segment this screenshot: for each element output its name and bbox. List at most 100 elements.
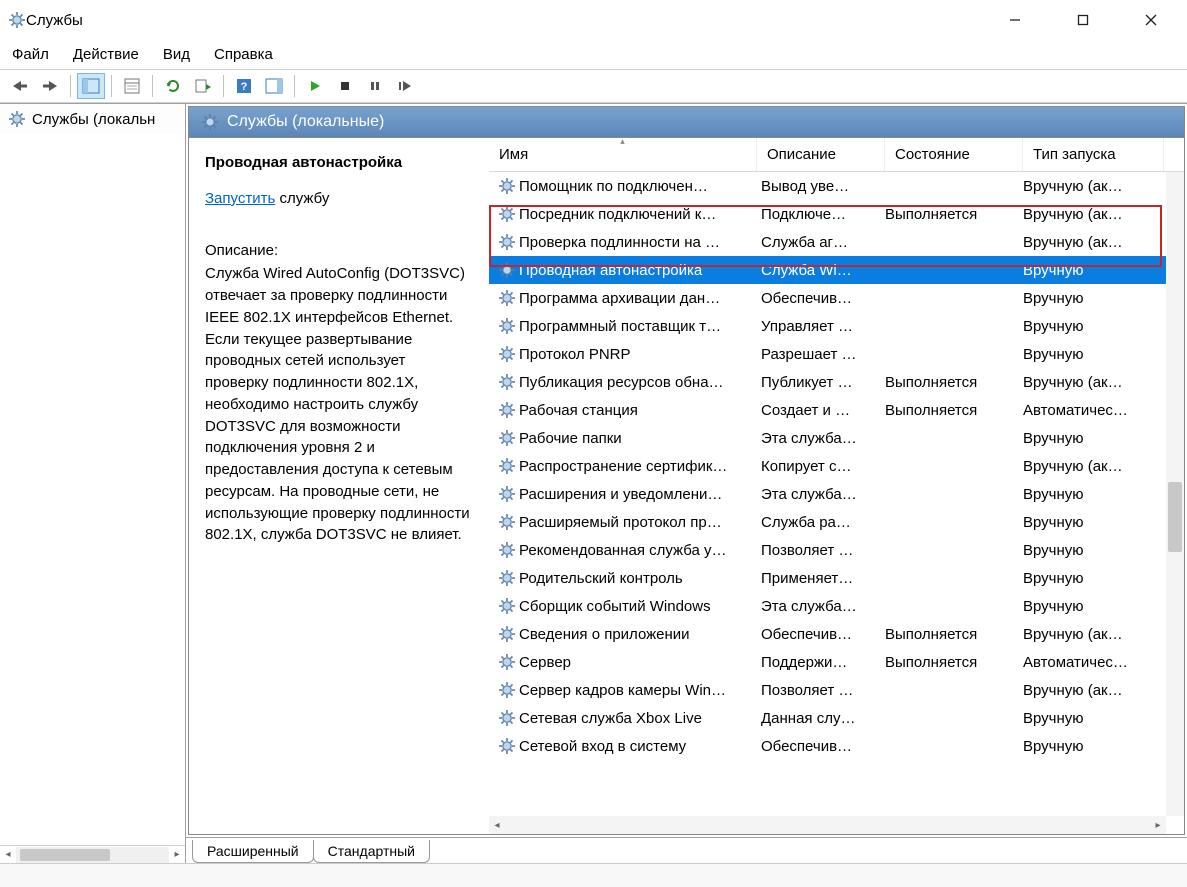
service-startup: Вручную bbox=[1023, 570, 1173, 587]
svg-text:?: ? bbox=[241, 81, 248, 93]
service-description: Копирует с… bbox=[757, 458, 885, 475]
description-text: Служба Wired AutoConfig (DOT3SVC) отвеча… bbox=[205, 263, 473, 546]
service-row[interactable]: Посредник подключений к…Подключе…Выполня… bbox=[489, 200, 1184, 228]
service-startup: Вручную bbox=[1023, 346, 1173, 363]
list-vscrollbar[interactable] bbox=[1166, 172, 1184, 816]
service-description: Создает и … bbox=[757, 402, 885, 419]
service-startup: Вручную (ак… bbox=[1023, 178, 1173, 195]
view-tabs: Расширенный Стандартный bbox=[186, 837, 1187, 863]
service-startup: Вручную bbox=[1023, 262, 1173, 279]
service-row[interactable]: Рабочие папкиЭта служба…Вручную bbox=[489, 424, 1184, 452]
service-row[interactable]: Сетевая служба Xbox LiveДанная слу…Вручн… bbox=[489, 704, 1184, 732]
properties-button[interactable] bbox=[118, 73, 146, 99]
service-row[interactable]: Расширения и уведомлени…Эта служба…Вручн… bbox=[489, 480, 1184, 508]
service-row[interactable]: Сетевой вход в системуОбеспечив…Вручную bbox=[489, 732, 1184, 760]
start-service-button[interactable] bbox=[301, 73, 329, 99]
service-row[interactable]: Сборщик событий WindowsЭта служба…Вручну… bbox=[489, 592, 1184, 620]
service-row[interactable]: Программа архивации дан…Обеспечив…Вручну… bbox=[489, 284, 1184, 312]
service-row[interactable]: Рекомендованная служба у…Позволяет …Вруч… bbox=[489, 536, 1184, 564]
export-list-button[interactable] bbox=[189, 73, 217, 99]
service-description: Позволяет … bbox=[757, 542, 885, 559]
service-startup: Вручную bbox=[1023, 542, 1173, 559]
services-list: Имя Описание Состояние Тип запуска Помощ… bbox=[489, 138, 1184, 834]
service-row[interactable]: Проверка подлинности на …Служба аг…Вручн… bbox=[489, 228, 1184, 256]
detail-pane: Проводная автонастройка Запустить службу… bbox=[189, 138, 489, 834]
column-name[interactable]: Имя bbox=[489, 138, 757, 171]
service-description: Обеспечив… bbox=[757, 738, 885, 755]
column-state[interactable]: Состояние bbox=[885, 138, 1023, 171]
service-description: Служба ра… bbox=[757, 514, 885, 531]
service-name: Сервер bbox=[519, 654, 757, 671]
service-description: Разрешает … bbox=[757, 346, 885, 363]
minimize-button[interactable] bbox=[995, 5, 1035, 35]
start-service-link[interactable]: Запустить bbox=[205, 190, 275, 207]
service-name: Сервер кадров камеры Win… bbox=[519, 682, 757, 699]
column-startup[interactable]: Тип запуска bbox=[1023, 138, 1164, 171]
service-name: Проводная автонастройка bbox=[519, 262, 757, 279]
gear-icon bbox=[8, 110, 26, 128]
gear-icon bbox=[498, 401, 516, 419]
service-row[interactable]: Программный поставщик т…Управляет …Вручн… bbox=[489, 312, 1184, 340]
service-row[interactable]: Протокол PNRPРазрешает …Вручную bbox=[489, 340, 1184, 368]
service-row[interactable]: Проводная автонастройкаСлужба Wi… Вручную bbox=[489, 256, 1184, 284]
service-name: Расширения и уведомлени… bbox=[519, 486, 757, 503]
service-name: Родительский контроль bbox=[519, 570, 757, 587]
service-description: Публикует … bbox=[757, 374, 885, 391]
service-description: Служба аг… bbox=[757, 234, 885, 251]
service-name: Программный поставщик т… bbox=[519, 318, 757, 335]
tab-standard[interactable]: Стандартный bbox=[313, 840, 430, 863]
help-button[interactable]: ? bbox=[230, 73, 258, 99]
show-hide-actionpane-button[interactable] bbox=[260, 73, 288, 99]
forward-button[interactable] bbox=[36, 73, 64, 99]
service-description: Вывод уве… bbox=[757, 178, 885, 195]
service-startup: Вручную bbox=[1023, 710, 1173, 727]
restart-service-button[interactable] bbox=[391, 73, 419, 99]
service-state: Выполняется bbox=[885, 206, 1023, 223]
service-description: Обеспечив… bbox=[757, 290, 885, 307]
menu-help[interactable]: Справка bbox=[214, 46, 273, 63]
service-row[interactable]: Родительский контрольПрименяет…Вручную bbox=[489, 564, 1184, 592]
service-name: Помощник по подключен… bbox=[519, 178, 757, 195]
service-startup: Вручную (ак… bbox=[1023, 458, 1173, 475]
list-header: Имя Описание Состояние Тип запуска bbox=[489, 138, 1184, 172]
gear-icon bbox=[498, 205, 516, 223]
menu-action[interactable]: Действие bbox=[73, 46, 139, 63]
service-row[interactable]: Рабочая станцияСоздает и …ВыполняетсяАвт… bbox=[489, 396, 1184, 424]
close-button[interactable] bbox=[1131, 5, 1171, 35]
gear-icon bbox=[498, 177, 516, 195]
service-startup: Вручную (ак… bbox=[1023, 206, 1173, 223]
tree-hscrollbar[interactable]: ◂▸ bbox=[0, 845, 185, 863]
service-row[interactable]: Сервер кадров камеры Win…Позволяет …Вруч… bbox=[489, 676, 1184, 704]
menu-file[interactable]: Файл bbox=[12, 46, 49, 63]
show-hide-tree-button[interactable] bbox=[77, 73, 105, 99]
service-row[interactable]: Сведения о приложенииОбеспечив…Выполняет… bbox=[489, 620, 1184, 648]
tab-extended[interactable]: Расширенный bbox=[192, 840, 314, 863]
maximize-button[interactable] bbox=[1063, 5, 1103, 35]
service-name: Сетевая служба Xbox Live bbox=[519, 710, 757, 727]
tree-pane: Службы (локальн ◂▸ bbox=[0, 104, 186, 863]
service-startup: Вручную (ак… bbox=[1023, 626, 1173, 643]
service-row[interactable]: Публикация ресурсов обна…Публикует …Выпо… bbox=[489, 368, 1184, 396]
service-startup: Вручную bbox=[1023, 318, 1173, 335]
services-pane: Службы (локальные) Проводная автонастрой… bbox=[188, 106, 1185, 835]
service-name: Сетевой вход в систему bbox=[519, 738, 757, 755]
service-description: Эта служба… bbox=[757, 486, 885, 503]
service-row[interactable]: СерверПоддержи…ВыполняетсяАвтоматичес… bbox=[489, 648, 1184, 676]
service-row[interactable]: Помощник по подключен…Вывод уве… Вручную … bbox=[489, 172, 1184, 200]
service-description: Служба Wi… bbox=[757, 262, 885, 279]
pause-service-button[interactable] bbox=[361, 73, 389, 99]
service-row[interactable]: Расширяемый протокол пр…Служба ра…Вручну… bbox=[489, 508, 1184, 536]
tree-node-label: Службы (локальн bbox=[32, 111, 155, 128]
tree-node-services[interactable]: Службы (локальн bbox=[0, 104, 185, 134]
stop-service-button[interactable] bbox=[331, 73, 359, 99]
back-button[interactable] bbox=[6, 73, 34, 99]
menu-view[interactable]: Вид bbox=[163, 46, 190, 63]
status-bar bbox=[0, 863, 1187, 887]
service-state: Выполняется bbox=[885, 626, 1023, 643]
column-description[interactable]: Описание bbox=[757, 138, 885, 171]
refresh-button[interactable] bbox=[159, 73, 187, 99]
app-icon bbox=[8, 11, 26, 29]
list-hscrollbar[interactable]: ◂▸ bbox=[489, 816, 1166, 834]
service-row[interactable]: Распространение сертифик…Копирует с…Вруч… bbox=[489, 452, 1184, 480]
service-startup: Автоматичес… bbox=[1023, 654, 1173, 671]
